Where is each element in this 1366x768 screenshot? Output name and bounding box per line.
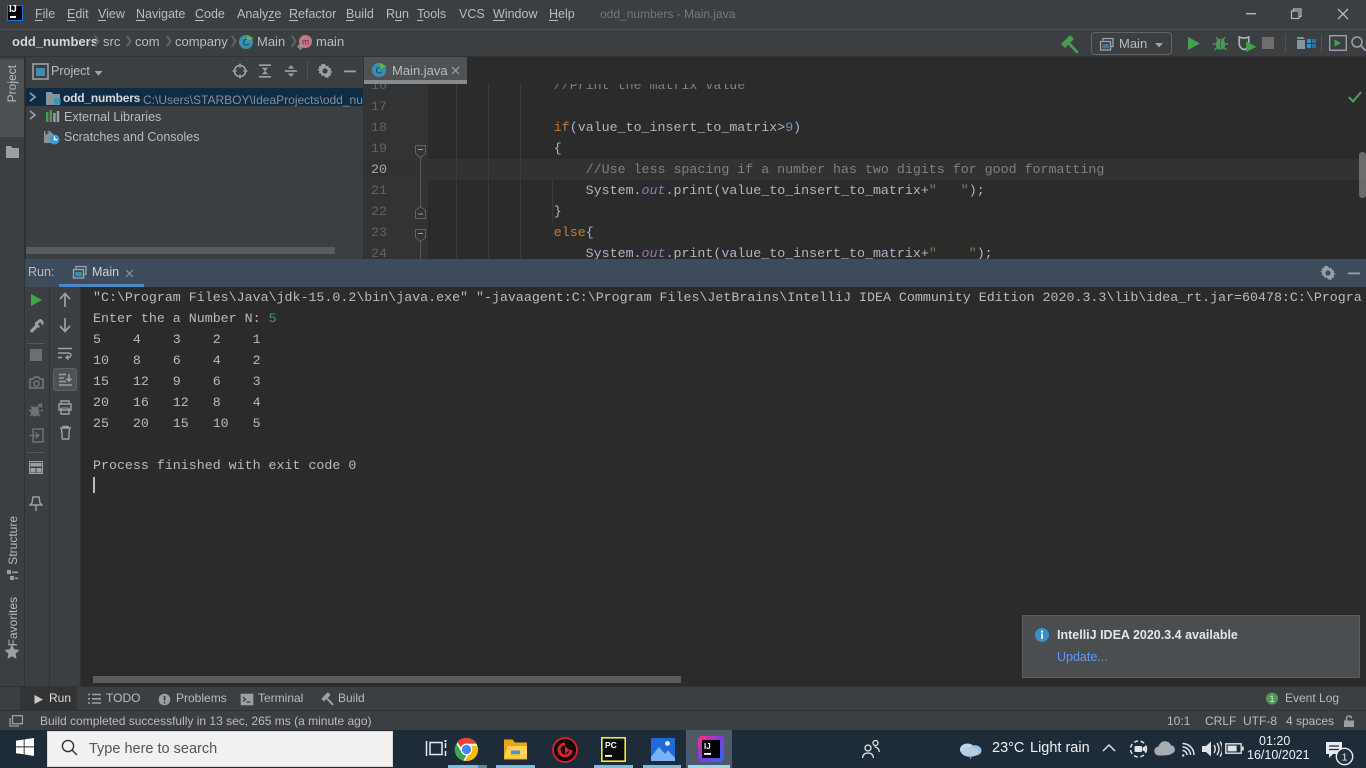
svg-text:PC: PC bbox=[605, 740, 617, 750]
svg-text:IJ: IJ bbox=[704, 742, 711, 751]
svg-text:1: 1 bbox=[1269, 694, 1274, 704]
svg-text:m: m bbox=[302, 37, 309, 47]
svg-text:1: 1 bbox=[1342, 752, 1348, 764]
